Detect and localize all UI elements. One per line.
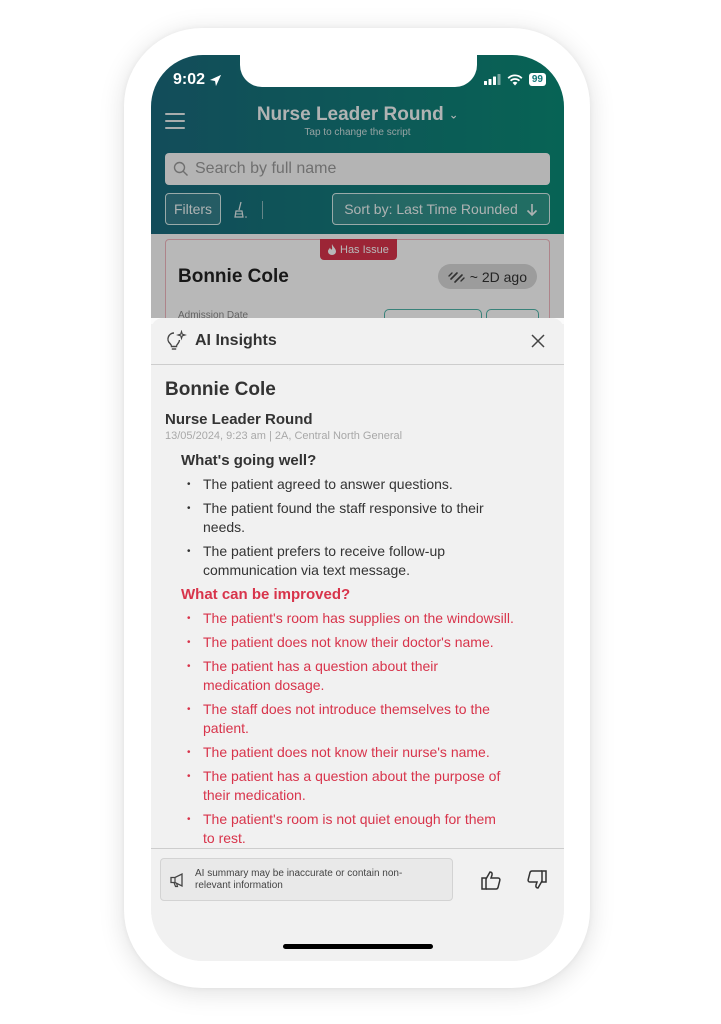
insights-patient-name: Bonnie Cole	[165, 379, 276, 400]
has-issue-badge: Has Issue	[320, 239, 397, 260]
list-item: The patient agreed to answer questions.	[181, 475, 511, 494]
badge-label: Has Issue	[340, 243, 389, 256]
improve-list: The patient's room has supplies on the w…	[181, 609, 550, 848]
rounding-sync-icon	[448, 271, 465, 283]
going-well-title: What's going well?	[181, 452, 317, 469]
clear-filters-broom-icon[interactable]	[233, 201, 249, 219]
megaphone-icon	[170, 872, 183, 887]
battery-indicator: 99	[528, 73, 546, 86]
sort-button[interactable]: Sort by: Last Time Rounded	[332, 193, 550, 225]
thumbs-up-icon[interactable]	[480, 869, 502, 891]
phone-screen: 9:02 99 Nurse Leader Round ⌄ Tap to chan…	[151, 55, 564, 961]
filters-button[interactable]: Filters	[165, 193, 221, 225]
going-well-list: The patient agreed to answer questions. …	[181, 475, 550, 580]
list-item: The patient does not know their doctor's…	[181, 633, 531, 652]
last-rounded-text: ~ 2D ago	[469, 268, 527, 285]
last-rounded-pill: ~ 2D ago	[437, 264, 537, 289]
time-text: 9:02	[173, 71, 206, 88]
script-subtitle: Tap to change the script	[304, 127, 411, 138]
sort-label: Sort by: Last Time Rounded	[344, 201, 518, 217]
list-item: The patient prefers to receive follow-up…	[181, 542, 511, 580]
list-item: The patient's room has supplies on the w…	[181, 609, 531, 628]
sheet-title: AI Insights	[195, 332, 277, 349]
search-icon	[173, 161, 188, 176]
improve-title: What can be improved?	[181, 586, 351, 603]
notch	[240, 55, 477, 87]
close-icon[interactable]	[530, 333, 546, 349]
card-patient-name: Bonnie Cole	[178, 266, 289, 287]
status-indicators: 99	[483, 73, 546, 86]
signal-icon	[483, 74, 501, 85]
list-item: The patient does not know their nurse's …	[181, 743, 531, 762]
list-item: The patient has a question about their m…	[181, 657, 471, 695]
status-time: 9:02	[173, 71, 222, 89]
thumbs-down-icon[interactable]	[526, 869, 548, 891]
script-selector[interactable]: Nurse Leader Round ⌄	[151, 104, 564, 126]
ai-insights-sheet: AI Insights Bonnie Cole Nurse Leader Rou…	[151, 318, 564, 961]
list-item: The patient has a question about the pur…	[181, 767, 521, 805]
insights-round-meta: 13/05/2024, 9:23 am | 2A, Central North …	[165, 430, 403, 442]
sheet-header: AI Insights	[151, 318, 564, 365]
lightbulb-sparkle-icon	[167, 330, 187, 350]
disclaimer-text: AI summary may be inaccurate or contain …	[195, 867, 403, 891]
home-indicator[interactable]	[283, 944, 433, 949]
toolbar-divider	[262, 201, 263, 219]
script-title[interactable]: Nurse Leader Round	[257, 104, 444, 125]
going-well-section: What's going well? The patient agreed to…	[165, 452, 550, 580]
insights-round-name: Nurse Leader Round	[165, 411, 313, 428]
list-item: The patient's room is not quiet enough f…	[181, 810, 511, 848]
list-item: The patient found the staff responsive t…	[181, 499, 511, 537]
location-arrow-icon	[209, 74, 222, 86]
search-input[interactable]	[195, 160, 535, 178]
arrow-down-icon	[526, 203, 537, 216]
improve-section: What can be improved? The patient's room…	[165, 586, 550, 848]
list-item: The staff does not introduce themselves …	[181, 700, 491, 738]
wifi-icon	[507, 73, 523, 85]
chevron-down-icon: ⌄	[448, 109, 459, 122]
search-bar[interactable]	[165, 153, 550, 185]
flame-icon	[328, 244, 336, 255]
ai-disclaimer: AI summary may be inaccurate or contain …	[160, 858, 453, 901]
insights-content: Bonnie Cole Nurse Leader Round 13/05/202…	[151, 365, 564, 848]
